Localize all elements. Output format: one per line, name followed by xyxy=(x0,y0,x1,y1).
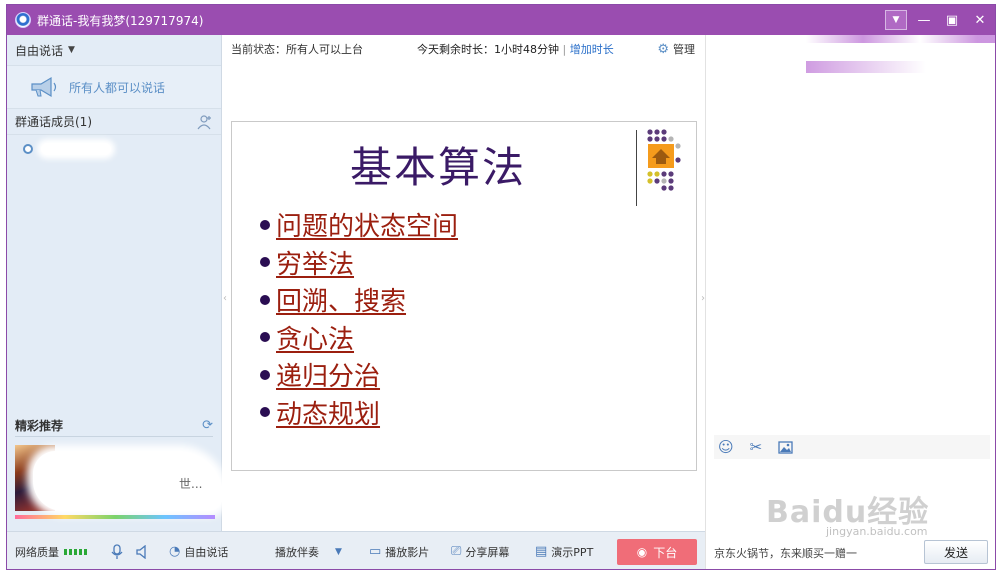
all-speak-banner[interactable]: 所有人都可以说话 xyxy=(7,65,221,109)
image-icon[interactable] xyxy=(778,440,793,455)
chevron-down-icon: ▼ xyxy=(335,546,342,557)
ad-text-link[interactable]: 京东火锅节，东来顺买一赠一 xyxy=(714,545,857,561)
close-button[interactable]: ✕ xyxy=(969,10,991,30)
manage-button[interactable]: ⚙ 管理 xyxy=(657,41,695,57)
signal-bars-icon xyxy=(64,548,87,555)
offstage-icon: ◉ xyxy=(636,545,648,559)
accompaniment-label: 播放伴奏 xyxy=(275,545,319,559)
network-quality: 网络质量 xyxy=(15,544,87,560)
slide-bullet: 递归分治 xyxy=(260,356,458,394)
add-time-link[interactable]: 增加时长 xyxy=(570,43,614,56)
scissors-icon[interactable]: ✂ xyxy=(750,438,763,456)
speak-mode-dropdown[interactable]: 自由说话 ▼ xyxy=(7,35,221,65)
member-name-redacted xyxy=(41,143,111,155)
slide-bullet-text: 穷举法 xyxy=(276,249,355,280)
refresh-icon[interactable]: ⟳ xyxy=(202,418,213,433)
play-movie-label: 播放影片 xyxy=(385,545,430,559)
microphone-icon xyxy=(111,543,123,559)
speaker-icon xyxy=(136,544,146,559)
slide-divider xyxy=(636,130,637,206)
slide-bullet: 动态规划 xyxy=(260,394,458,432)
send-button[interactable]: 发送 xyxy=(924,540,988,564)
left-panel: 自由说话 ▼ 所有人都可以说话 群通话成员(1) 精彩推荐 ⟳ 世... xyxy=(7,35,223,531)
ppt-icon: ▤ xyxy=(535,544,548,559)
recommend-label: 精彩推荐 xyxy=(15,419,64,433)
network-quality-label: 网络质量 xyxy=(15,545,59,559)
share-screen-label: 分享屏幕 xyxy=(465,545,510,559)
present-ppt-button[interactable]: ▤ 演示PPT xyxy=(535,544,593,560)
remaining-time-label: 今天剩余时长：1小时48分钟 xyxy=(417,43,559,56)
members-header: 群通话成员(1) xyxy=(7,109,221,135)
add-member-icon[interactable] xyxy=(197,114,213,130)
bullet-dot-icon xyxy=(260,407,270,418)
collapse-left-arrow[interactable]: ‹ xyxy=(223,293,227,304)
maximize-button[interactable]: ▣ xyxy=(941,10,963,30)
chevron-down-icon: ▼ xyxy=(68,45,75,55)
slide-bullet: 问题的状态空间 xyxy=(260,206,458,244)
bullet-dot-icon xyxy=(260,219,270,230)
movie-icon: ▭ xyxy=(369,544,382,559)
slide-bullet-text: 递归分治 xyxy=(276,362,381,393)
slide-bullet: 贪心法 xyxy=(260,319,458,357)
free-speak-icon: ◔ xyxy=(169,544,181,559)
recommend-progress-bar xyxy=(15,515,215,519)
window-menu-button[interactable]: ▼ xyxy=(885,10,907,30)
manage-label: 管理 xyxy=(673,43,695,56)
slide-bullet-list: 问题的状态空间 穷举法回溯、搜索贪心法递归分治动态规划 xyxy=(260,206,458,431)
megaphone-icon xyxy=(31,76,57,98)
members-count-label: 群通话成员(1) xyxy=(15,115,92,129)
bullet-dot-icon xyxy=(260,257,270,268)
slide-bullet: 回溯、搜索 xyxy=(260,281,458,319)
qq-logo-icon xyxy=(15,12,31,28)
window-controls: ▼ — ▣ ✕ xyxy=(885,10,991,30)
recommend-header: 精彩推荐 ⟳ xyxy=(15,415,213,437)
offstage-button[interactable]: ◉ 下台 xyxy=(617,539,697,565)
slide-bullet-text: 问题的状态空间 xyxy=(276,212,459,243)
current-status-label: 当前状态：所有人可以上台 xyxy=(231,43,363,56)
speaker-button[interactable] xyxy=(135,544,147,559)
slide-bullet: 穷举法 xyxy=(260,244,458,282)
chat-toolbar: ☺ ✂ xyxy=(714,435,990,459)
chat-input[interactable] xyxy=(714,461,990,535)
recommend-item-text: 世... xyxy=(179,477,203,491)
accompaniment-dropdown[interactable]: 播放伴奏 ▼ xyxy=(275,544,342,560)
bottom-toolbar: 网络质量 ◔ 自由说话 播放伴奏 ▼ ▭ 播放影片 ⎚ 分享屏幕 ▤ 演示PPT… xyxy=(7,531,705,569)
redacted-header-stripe xyxy=(806,35,995,43)
slide-bullet-text: 回溯、搜索 xyxy=(276,287,407,318)
ppt-slide: 基本算法 问题的状态空间 穷举法回溯、搜索贪心法递归分治动态规划 xyxy=(231,121,697,471)
share-screen-icon: ⎚ xyxy=(451,544,462,559)
slide-logo-icon xyxy=(647,129,681,191)
bullet-dot-icon xyxy=(260,332,270,343)
chat-panel: Baidu经验 jingyan.baidu.com ☺ ✂ 京东火锅节，东来顺买… xyxy=(705,35,995,569)
group-call-window: 群通话-我有我梦(129717974) ▼ — ▣ ✕ 自由说话 ▼ 所有人都可… xyxy=(6,4,996,570)
slide-bullet-text: 动态规划 xyxy=(276,399,381,430)
bullet-dot-icon xyxy=(260,369,270,380)
slide-title: 基本算法 xyxy=(350,143,527,192)
stage-panel: 当前状态：所有人可以上台 今天剩余时长：1小时48分钟 | 增加时长 ⚙ 管理 … xyxy=(223,35,705,531)
all-speak-label: 所有人都可以说话 xyxy=(69,80,166,95)
title-bar[interactable]: 群通话-我有我梦(129717974) ▼ — ▣ ✕ xyxy=(7,5,995,35)
offstage-label: 下台 xyxy=(653,545,678,560)
recommend-card[interactable]: 世... xyxy=(15,445,223,519)
chat-bottom-bar: 京东火锅节，东来顺买一赠一 发送 xyxy=(706,537,995,569)
minimize-button[interactable]: — xyxy=(913,10,935,30)
member-list-item[interactable] xyxy=(7,135,221,163)
gear-icon: ⚙ xyxy=(657,41,669,57)
speak-mode-label: 自由说话 xyxy=(15,43,64,58)
bullet-dot-icon xyxy=(260,294,270,305)
emoji-icon[interactable]: ☺ xyxy=(718,438,734,456)
microphone-button[interactable] xyxy=(111,543,123,560)
play-movie-button[interactable]: ▭ 播放影片 xyxy=(369,544,429,560)
share-screen-button[interactable]: ⎚ 分享屏幕 xyxy=(451,544,509,560)
member-status-dot xyxy=(23,144,33,154)
free-speak-button[interactable]: ◔ 自由说话 xyxy=(169,544,228,560)
remaining-time: 今天剩余时长：1小时48分钟 | 增加时长 xyxy=(417,43,614,56)
status-row: 当前状态：所有人可以上台 今天剩余时长：1小时48分钟 | 增加时长 ⚙ 管理 xyxy=(223,35,705,63)
window-title: 群通话-我有我梦(129717974) xyxy=(37,13,204,28)
free-speak-label: 自由说话 xyxy=(184,545,229,559)
redacted-header-stripe-2 xyxy=(806,61,926,73)
slide-bullet-text: 贪心法 xyxy=(276,324,355,355)
present-ppt-label: 演示PPT xyxy=(551,545,594,559)
